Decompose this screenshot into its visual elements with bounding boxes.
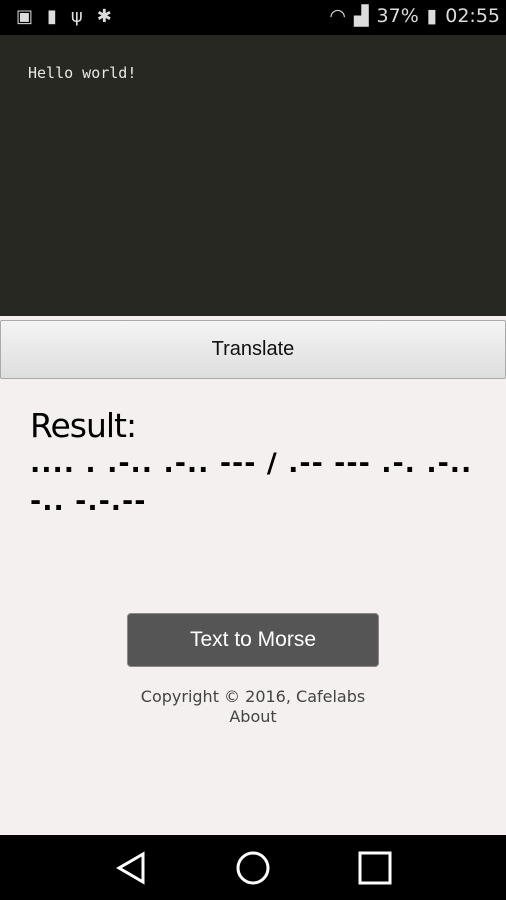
about-link[interactable]: About [0,707,506,727]
battery-charging-icon: ▮ [426,5,438,27]
wifi-icon: ◠ [329,5,346,27]
signal-icon: ▟ [353,5,369,27]
text-to-morse-button[interactable]: Text to Morse [127,613,379,667]
image-icon: ▣ [16,6,34,27]
morse-output: .... . .-.. .-.. --- / .-- --- .-. .-.. … [30,448,473,517]
recents-icon[interactable] [357,850,393,886]
text-input[interactable] [0,35,506,316]
copyright: Copyright © 2016, Cafelabs [140,687,366,706]
footer: Copyright © 2016, Cafelabs About [0,687,506,727]
status-bar: ▣ ▮ ψ ✱ ◠ ▟ 37% ▮ 02:55 [0,0,506,35]
navigation-bar [0,835,506,900]
translate-button[interactable]: Translate [0,320,506,379]
result-heading: Result: [30,406,137,445]
bug-icon: ✱ [96,6,112,27]
clock: 02:55 [445,5,500,27]
usb-icon: ψ [70,6,83,27]
battery-usb-icon: ▮ [47,6,57,27]
home-icon[interactable] [235,850,271,886]
battery-percent: 37% [376,5,419,27]
back-icon[interactable] [113,850,149,886]
result-section: Result: .... . .-.. .-.. --- / .-- --- .… [30,406,480,521]
